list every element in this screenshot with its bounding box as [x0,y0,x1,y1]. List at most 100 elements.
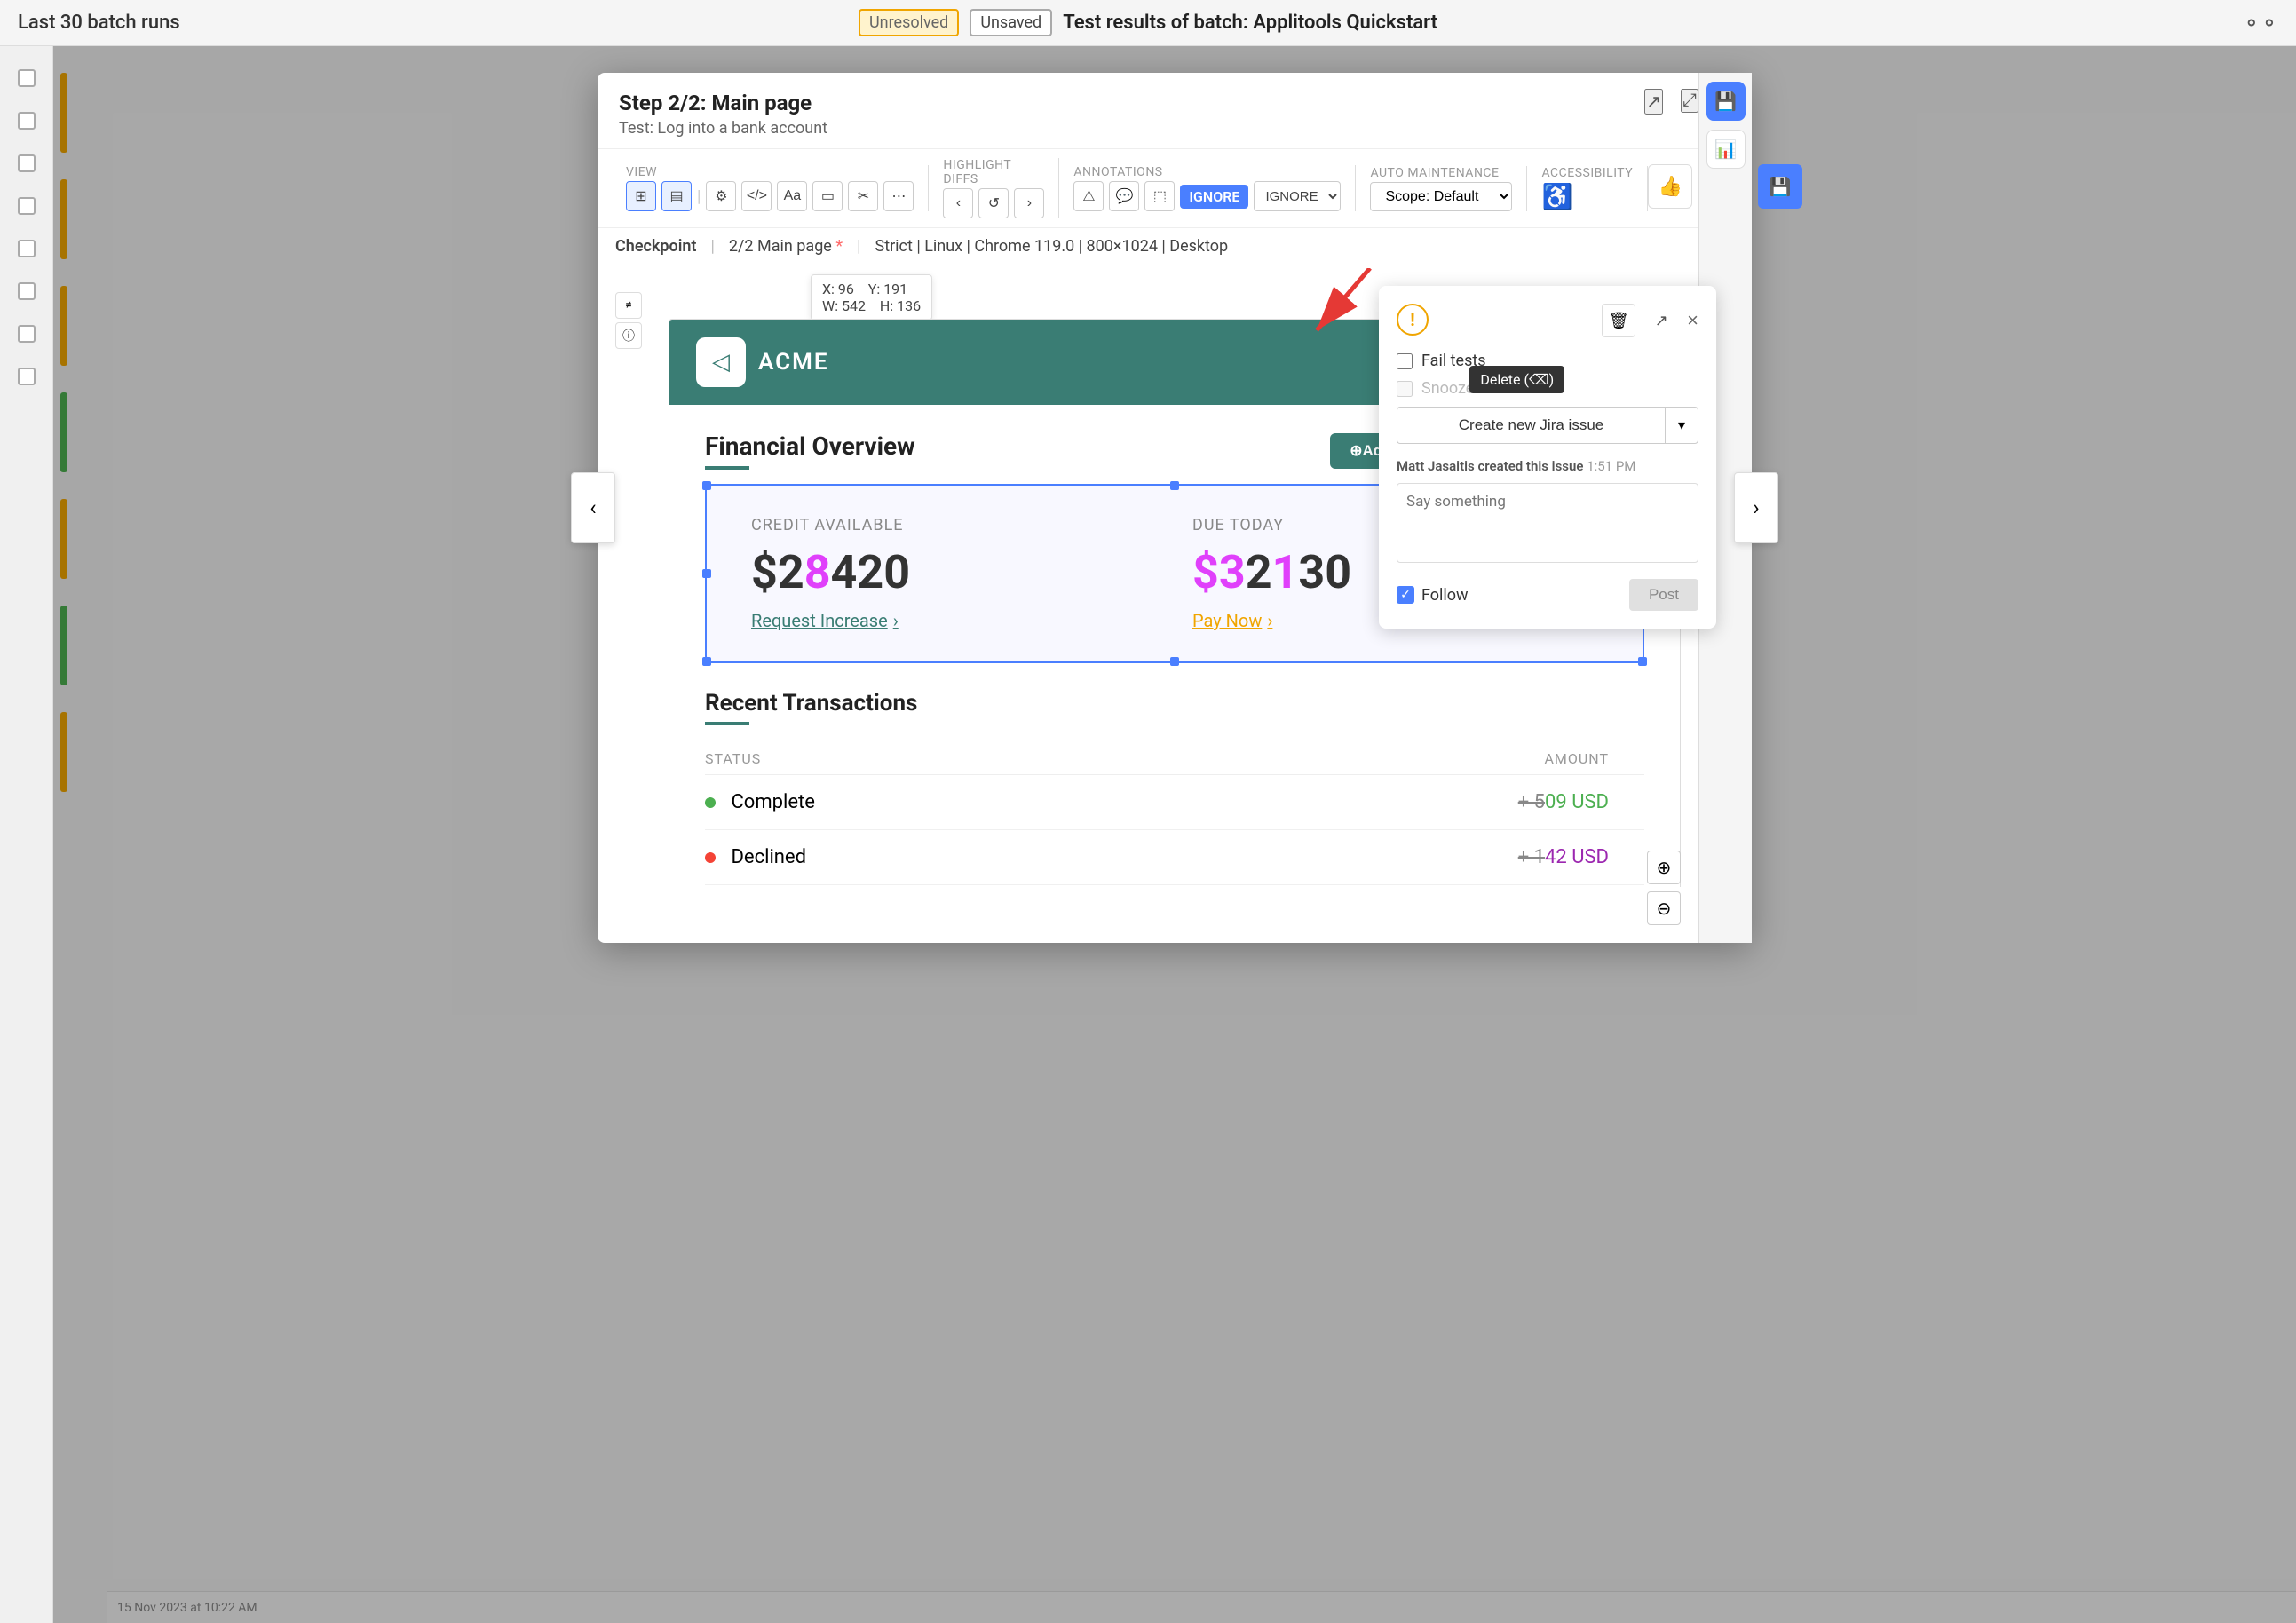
toolbar-annotations-group: ANNOTATIONS ⚠ 💬 ⬚ IGNORE IGNORE [1073,165,1341,211]
follow-label: Follow [1421,586,1469,605]
sidebar-checkbox-3[interactable] [9,146,44,181]
sidebar-checkbox-6[interactable] [9,273,44,309]
view-btn-1[interactable]: ⊞ [626,181,656,211]
modal-expand-button[interactable]: ⤢ [1681,89,1698,113]
diff-neq-icon: ≠ [615,292,642,319]
highlight-controls: ‹ ↺ › [943,188,1044,218]
sidebar-checkbox-5[interactable] [9,231,44,266]
check-3[interactable] [18,154,36,172]
check-4[interactable] [18,197,36,215]
sidebar-checkbox-7[interactable] [9,316,44,352]
highlight-next-btn[interactable]: › [1014,188,1044,218]
status-dot-green [705,797,716,808]
toolbar-auto-maint-section: AUTO MAINTENANCE Scope: Default [1356,166,1527,211]
save-btn[interactable]: 💾 [1758,164,1802,209]
annotations-label: ANNOTATIONS [1073,165,1341,179]
request-increase-link[interactable]: Request Increase › [751,610,1157,631]
post-button[interactable]: Post [1629,579,1698,611]
auto-maint-label: AUTO MAINTENANCE [1370,166,1512,180]
batch-title: Test results of batch: Applitools Quicks… [1063,12,1437,34]
view-layers-btn[interactable]: ⚙ [706,181,736,211]
toolbar-view-group: VIEW ⊞ ▤ | ⚙ </> Aa ▭ ✂ ⋯ [626,165,914,211]
delete-tooltip: Delete (⌫) [1469,366,1564,393]
acme-logo-icon: ◁ [712,349,730,376]
zoom-out-btn[interactable]: ⊖ [1647,891,1681,925]
view-aa-btn[interactable]: Aa [777,181,807,211]
accessibility-label: ACCESSIBILITY [1541,166,1633,180]
view-code-btn[interactable]: </> [741,181,772,211]
highlight-circle-btn[interactable]: ↺ [978,188,1009,218]
dt-30: 30 [1298,545,1351,599]
next-nav-arrow[interactable]: › [1734,472,1778,543]
jira-dropdown-btn[interactable]: ▾ [1665,407,1698,444]
view-rect-btn[interactable]: ▭ [812,181,843,211]
auto-maint-select[interactable]: Scope: Default [1370,182,1512,211]
view-more-btn[interactable]: ⋯ [883,181,914,211]
follow-checkmark: ✓ [1397,586,1414,604]
tx-header-status: STATUS [705,750,1157,767]
thumbs-up-btn[interactable]: 👍 [1648,164,1692,209]
chart-right-btn[interactable]: 📊 [1706,130,1746,169]
toolbar-auto-maint-group: AUTO MAINTENANCE Scope: Default [1370,166,1512,211]
ca-2: 2 [778,545,804,599]
table-row: Complete + 509 USD [705,775,1644,830]
issue-meta: Matt Jasaitis created this issue 1:51 PM [1397,458,1698,474]
main-modal: ‹ › Step 2/2: Main page Test: Log into a… [598,73,1752,943]
recent-tx-title: Recent Transactions [705,690,1644,716]
handle-tl [702,481,711,490]
prev-nav-arrow[interactable]: ‹ [571,472,615,543]
red-arrow [1299,268,1405,360]
annotation-rect-btn[interactable]: ⬚ [1144,181,1175,211]
snooze-failures-checkbox[interactable] [1397,381,1413,397]
annotations-dropdown[interactable]: IGNORE [1254,181,1341,211]
tx-status-declined: Declined [705,846,1157,868]
share-issue-btn[interactable]: ↗ [1644,304,1678,337]
comment-textarea[interactable] [1397,483,1698,563]
view-scissors-btn[interactable]: ✂ [848,181,878,211]
dt-3: 3 [1219,545,1246,599]
tx-amount-declined: + 142 USD [1157,846,1644,868]
coord-y: Y: 191 [868,281,907,297]
recent-transactions: Recent Transactions STATUS AMOUNT [705,690,1644,887]
zoom-in-btn[interactable]: ⊕ [1647,851,1681,884]
main-layout: ‹ › Step 2/2: Main page Test: Log into a… [0,46,2296,1623]
sidebar-checkbox-2[interactable] [9,103,44,139]
coord-h: H: 136 [880,297,921,314]
diff-info-icon: ⓘ [615,322,642,349]
check-7[interactable] [18,325,36,343]
view-btn-2[interactable]: ▤ [661,181,692,211]
check-2[interactable] [18,112,36,130]
tx-header-amount: AMOUNT [1157,750,1644,767]
check-8[interactable] [18,368,36,385]
accessibility-controls: ♿ [1541,182,1633,211]
modal-toolbar: VIEW ⊞ ▤ | ⚙ </> Aa ▭ ✂ ⋯ [598,149,1752,228]
issue-panel-close-btn[interactable]: × [1687,309,1698,332]
table-row: Pending - 441 USD [705,885,1644,887]
annotation-warn-btn[interactable]: ⚠ [1073,181,1104,211]
delete-button[interactable]: 🗑 [1602,304,1635,337]
handle-bm [1170,657,1179,666]
coords-tooltip: X: 96 Y: 191 W: 542 H: 136 [811,274,932,321]
financial-title-underline [705,466,749,470]
sidebar-checkbox-8[interactable] [9,359,44,394]
credit-available-amount: $28420 [751,545,1157,599]
check-1[interactable] [18,69,36,87]
checkpoint-label: Checkpoint [615,237,696,256]
create-jira-btn[interactable]: Create new Jira issue [1397,407,1665,444]
toolbar-highlight-group: HIGHLIGHT DIFFS ‹ ↺ › [943,158,1044,218]
check-6[interactable] [18,282,36,300]
save-right-btn[interactable]: 💾 [1706,82,1746,121]
modal-share-button[interactable]: ↗ [1644,89,1663,115]
dt-2: 2 [1246,545,1272,599]
toolbar-accessibility-group: ACCESSIBILITY ♿ [1541,166,1633,211]
highlight-prev-btn[interactable]: ‹ [943,188,973,218]
sidebar-checkbox-1[interactable] [9,60,44,96]
annotation-speech-btn[interactable]: 💬 [1109,181,1139,211]
sidebar-checkbox-4[interactable] [9,188,44,224]
check-5[interactable] [18,240,36,257]
unresolved-badge: Unresolved [859,9,959,36]
view-controls: ⊞ ▤ | ⚙ </> Aa ▭ ✂ ⋯ [626,181,914,211]
highlight-label: HIGHLIGHT DIFFS [943,158,1044,186]
table-row: Declined + 142 USD [705,830,1644,885]
checkpoint-sep-2: | [857,237,860,256]
